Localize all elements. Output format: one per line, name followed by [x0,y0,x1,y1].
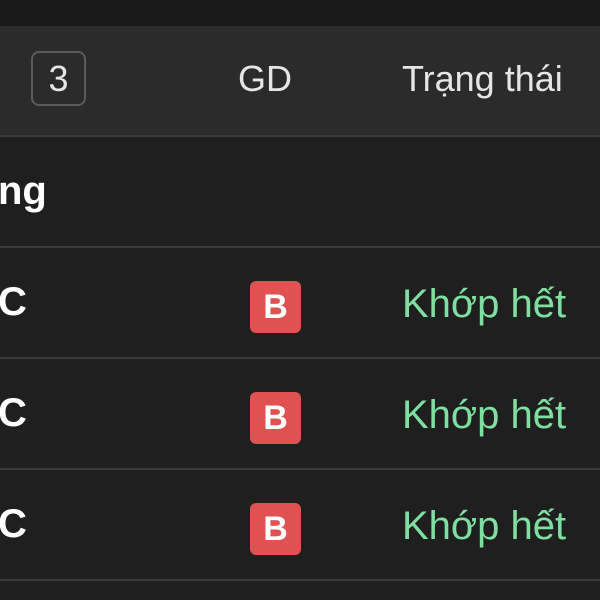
buy-side-badge: B [250,503,301,555]
order-symbol: C [0,280,27,324]
table-row[interactable]: C B Khớp hết [0,248,600,359]
order-symbol: C [0,502,27,546]
column-header-side: GD [238,58,292,99]
table-row[interactable]: C B Khớp hết [0,470,600,581]
order-status: Khớp hết [402,504,567,548]
group-row: ng [0,137,600,248]
order-list-screen: 3 GD Trạng thái ng C B Khớp hết C B Khớp… [0,0,600,600]
table-row[interactable]: C B Khớp hết [0,359,600,470]
group-label: ng [0,169,47,213]
table-header: 3 GD Trạng thái [0,26,600,137]
order-status: Khớp hết [402,393,567,437]
order-symbol: C [0,391,27,435]
count-badge[interactable]: 3 [31,51,86,106]
column-header-status: Trạng thái [402,58,563,99]
order-status: Khớp hết [402,282,567,326]
buy-side-badge: B [250,392,301,444]
top-bar [0,0,600,26]
buy-side-badge: B [250,281,301,333]
